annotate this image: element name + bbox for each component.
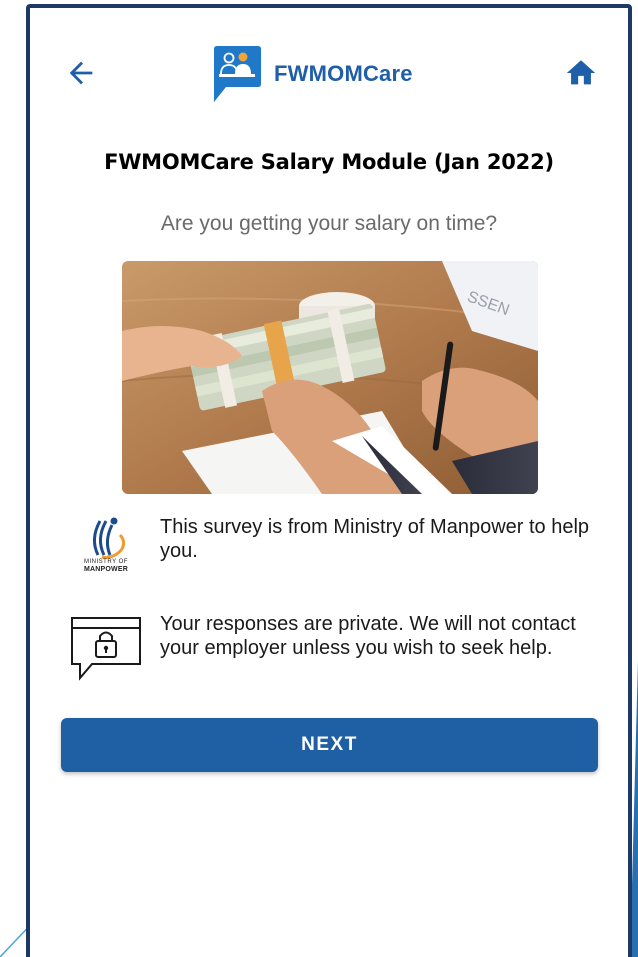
next-button-label: NEXT [301,734,358,755]
mom-logo: MINISTRY OF MANPOWER [58,515,154,574]
chat-people-logo-icon [214,46,261,102]
home-button[interactable] [564,56,598,90]
app-name: FWMOMCare [274,61,413,86]
page-title: FWMOMCare Salary Module (Jan 2022) [104,150,554,174]
home-icon [566,60,596,85]
mom-logo-text: MINISTRY OF MANPOWER [84,559,128,573]
lock-chat-icon [71,617,141,681]
survey-source-text: This survey is from Ministry of Manpower… [160,516,590,562]
ministry-of-manpower-logo [93,517,126,559]
info-survey-source: MINISTRY OF MANPOWER This survey is from… [58,515,600,574]
salary-cash-image: SSEN [122,261,538,494]
survey-screen: FWMOMCare FWMOMCare Salary Module (Jan 2… [0,0,638,957]
app-header: FWMOMCare [30,38,628,108]
lock-chat-icon-wrap [58,612,154,682]
info-privacy: Your responses are private. We will not … [58,612,600,682]
app-logo: FWMOMCare [210,42,413,106]
privacy-text: Your responses are private. We will not … [160,613,576,659]
back-button[interactable] [64,56,98,90]
next-button[interactable]: NEXT [61,718,598,772]
cash-handover-photo: SSEN [122,261,538,494]
survey-question: Are you getting your salary on time? [160,212,498,235]
arrow-left-icon [69,61,93,85]
